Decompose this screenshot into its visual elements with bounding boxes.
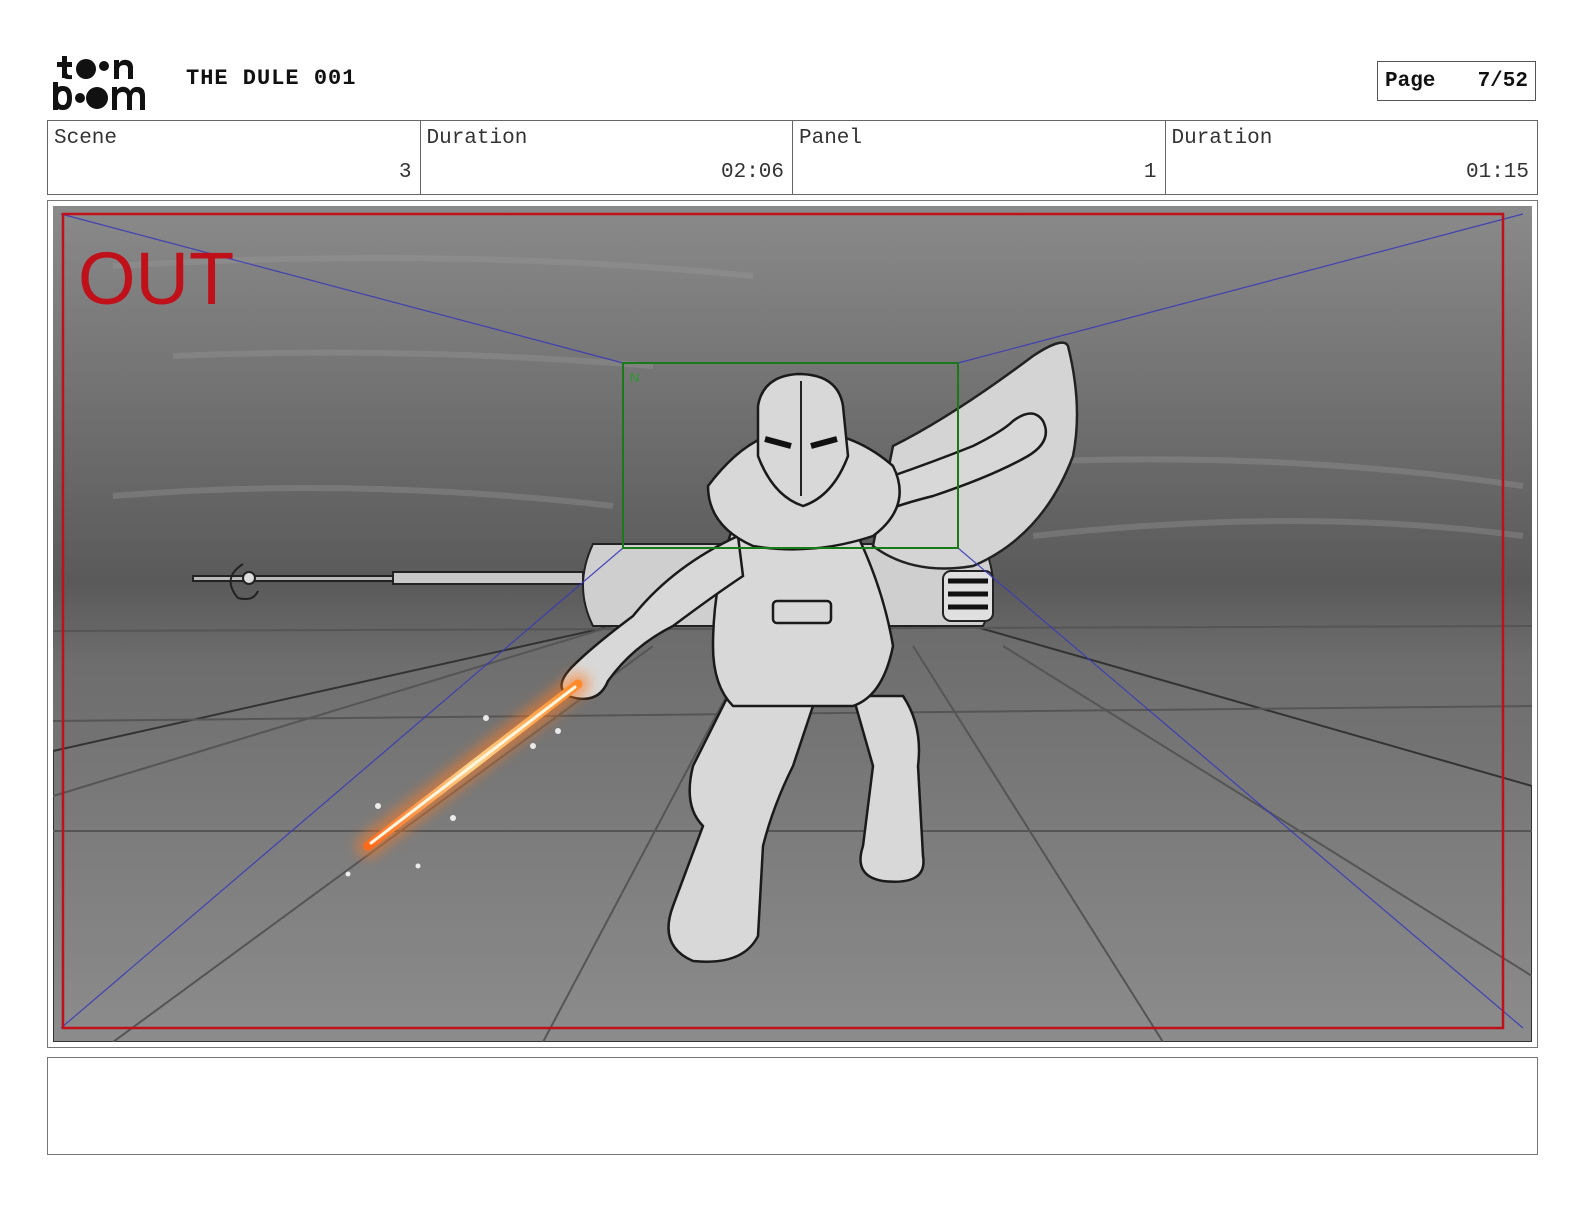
pod-vent [942,570,994,622]
page-indicator: Page 7/52 [1377,61,1536,101]
panel-drawing: N OUT [53,206,1532,1042]
project-title: THE DULE 001 [186,66,357,91]
panel-value: 1 [1143,161,1157,184]
panel-cell: Panel 1 [793,121,1166,194]
field-guide-marker: N [630,370,639,385]
panel-duration-label: Duration [1171,127,1273,150]
page-number: 7/52 [1477,69,1528,93]
camera-out-label: OUT [78,237,234,320]
panel-label: Panel [799,127,863,150]
scene-info-table: Scene 3 Duration 02:06 Panel 1 Duration … [47,120,1538,195]
scene-duration-cell: Duration 02:06 [421,121,793,194]
panel-notes[interactable] [47,1057,1538,1155]
scene-duration-value: 02:06 [720,161,784,184]
scene-duration-label: Duration [426,127,528,150]
panel-duration-value: 01:15 [1465,161,1529,184]
panel-duration-cell: Duration 01:15 [1166,121,1538,194]
toon-boom-logo [52,52,164,112]
scene-cell: Scene 3 [48,121,421,194]
scene-label: Scene [54,127,118,150]
scene-value: 3 [398,161,412,184]
character-belt [771,599,833,625]
page-label: Page [1385,69,1436,93]
storyboard-panel: N OUT [47,200,1538,1048]
